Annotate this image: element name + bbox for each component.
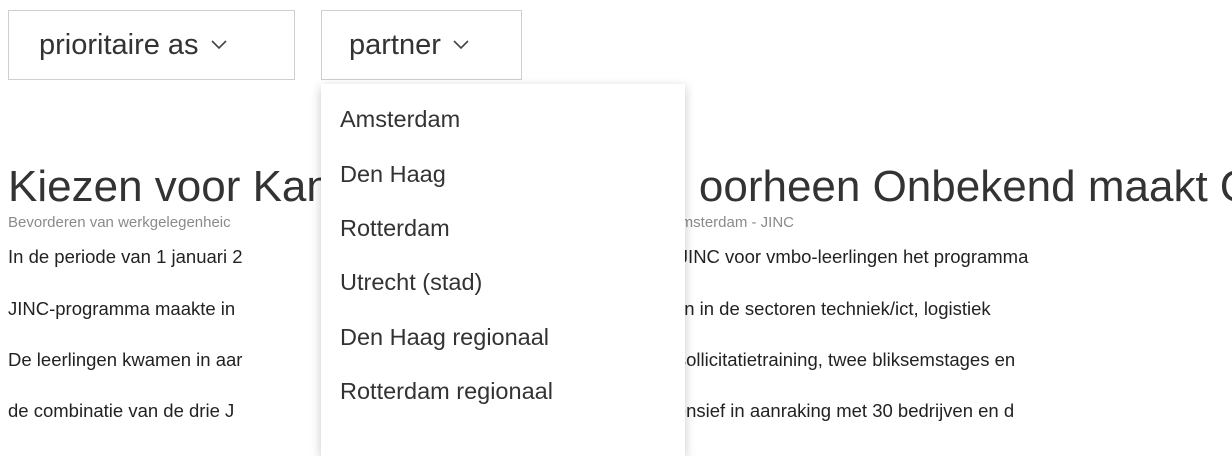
subtitle-left: Bevorderen van werkgelegenheic (8, 214, 231, 231)
dropdown-item-den-haag-regionaal[interactable]: Den Haag regionaal (340, 324, 549, 351)
partner-dropdown-menu: Amsterdam Den Haag Rotterdam Utrecht (st… (321, 84, 685, 456)
line-left: JINC-programma maakte in (8, 298, 236, 319)
dropdown-item-amsterdam[interactable]: Amsterdam (340, 106, 460, 133)
dropdown-item-utrecht-stad[interactable]: Utrecht (stad) (340, 269, 482, 296)
line-right: heeft JINC voor vmbo-leerlingen het prog… (632, 246, 1029, 267)
line-left: De leerlingen kwamen in aar (8, 349, 243, 370)
line-left: de combinatie van de drie J (8, 400, 235, 421)
line-left: In de periode van 1 januari 2 (8, 246, 243, 267)
dropdown-item-den-haag[interactable]: Den Haag (340, 161, 446, 188)
dropdown-item-rotterdam-regionaal[interactable]: Rotterdam regionaal (340, 378, 553, 405)
article-title-left: Kiezen voor Kans (8, 162, 353, 211)
subtitle-right: Amsterdam - JINC (670, 214, 795, 231)
dropdown-item-rotterdam[interactable]: Rotterdam (340, 215, 450, 242)
article-title-right: oorheen Onbekend maakt On (698, 162, 1232, 211)
